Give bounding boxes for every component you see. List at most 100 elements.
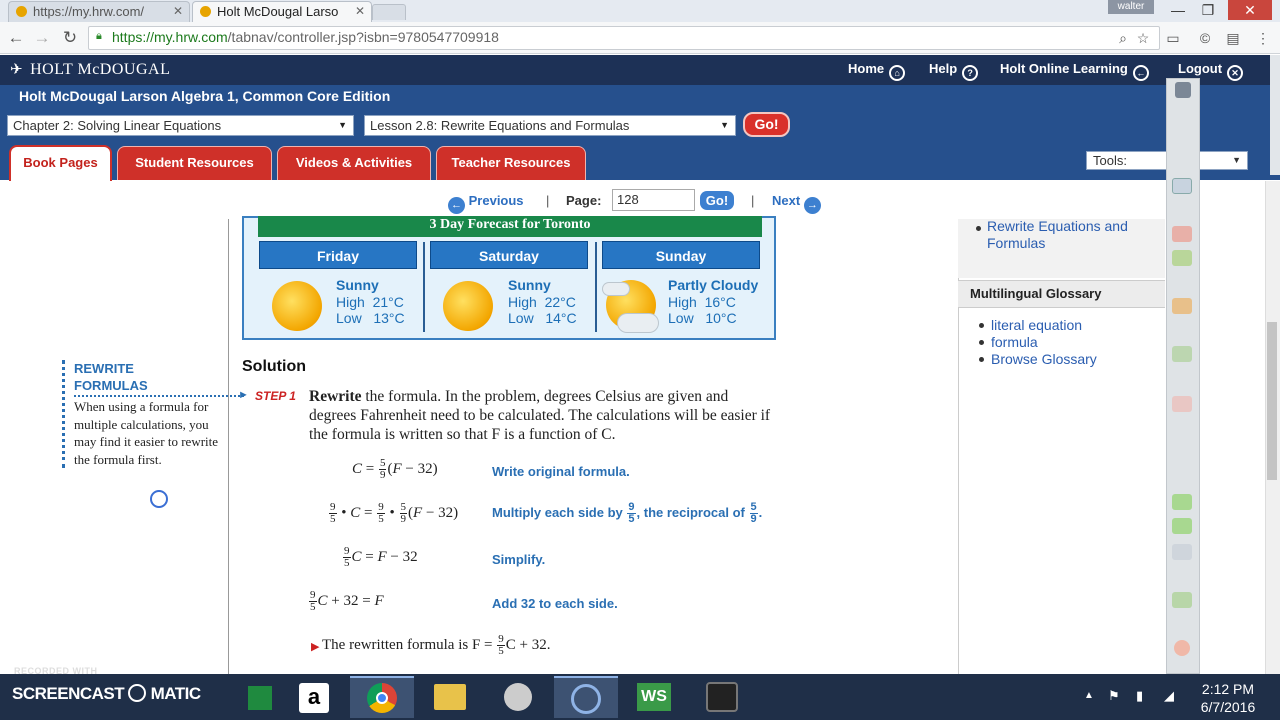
extension-2-icon[interactable]: ▤ (1224, 29, 1242, 47)
url-path: /tabnav/controller.jsp?isbn=978054770991… (227, 29, 499, 45)
tray-expand-icon[interactable]: ▲ (1084, 690, 1094, 701)
grid-icon[interactable] (1172, 544, 1192, 560)
chapter-select[interactable]: Chapter 2: Solving Linear Equations ▼ (7, 115, 354, 136)
taskbar-amazon-icon[interactable]: a (282, 676, 346, 718)
equation-2: 95 • C = 95 • 5 9 (F − 32) (329, 501, 459, 525)
close-toolbar-icon[interactable] (1174, 640, 1190, 656)
back-circle-icon: ← (1132, 65, 1149, 81)
taskbar-explorer-icon[interactable] (418, 676, 482, 718)
taskbar-wordsheet-icon[interactable]: WS (622, 676, 686, 718)
step-label: STEP 1 (255, 389, 296, 403)
logout-x-icon: ✕ (1227, 65, 1244, 81)
recorded-with-label: RECORDED WITH (14, 666, 98, 676)
step-paragraph: Rewrite the formula. In the problem, deg… (309, 387, 779, 444)
glossary-link-formula[interactable]: formula (991, 334, 1038, 351)
tab-videos-activities[interactable]: Videos & Activities (277, 146, 431, 180)
tray-battery-icon[interactable]: ▮ (1136, 688, 1143, 704)
clock-date: 6/7/2016 (1200, 699, 1256, 715)
equation-3: 95C = F − 32 (343, 545, 418, 569)
forecast-condition: Sunny (508, 277, 551, 293)
dropdown-arrow-icon: ▼ (1232, 155, 1241, 165)
record-circle-icon (128, 684, 147, 702)
pager-separator: | (546, 193, 550, 208)
previous-link[interactable]: ← Previous (448, 193, 524, 214)
holt-logo[interactable]: ✈︎ HOLT McDOUGAL (10, 60, 170, 79)
eraser-tool-icon[interactable] (1172, 226, 1192, 242)
sun-icon (443, 281, 493, 331)
chrome-menu-icon[interactable]: ⋮ (1254, 29, 1272, 47)
forecast-title: 3 Day Forecast for Toronto (258, 216, 762, 237)
close-tab-icon[interactable]: ✕ (173, 2, 183, 21)
home-icon: ⌂ (889, 65, 906, 81)
scrollbar-thumb[interactable] (1267, 322, 1277, 480)
page-go-button[interactable]: Go! (700, 191, 734, 210)
taskbar-camera-icon[interactable] (690, 676, 754, 718)
tab-book-pages[interactable]: Book Pages (9, 145, 112, 181)
tray-wifi-icon[interactable]: ◢ (1164, 688, 1174, 704)
equation-4: 95C + 32 = F (309, 589, 384, 613)
close-tab-icon[interactable]: ✕ (355, 2, 365, 21)
text-tool-icon[interactable] (1172, 346, 1192, 362)
margin-note-title: REWRITE FORMULAS (74, 360, 148, 394)
brand-text: SCREENCAST (12, 684, 125, 703)
online-learning-link[interactable]: Holt Online Learning ← (1000, 61, 1149, 81)
forward-arrow-icon[interactable]: → (32, 28, 52, 48)
bullet-icon (979, 340, 984, 345)
undo-icon[interactable] (1172, 494, 1192, 510)
highlighter-tool-icon[interactable] (1172, 250, 1192, 266)
online-label: Holt Online Learning (1000, 61, 1128, 76)
note-title-line: REWRITE (74, 361, 134, 376)
select-tool-icon[interactable] (1172, 178, 1192, 194)
forecast-high: High 16°C (668, 294, 736, 310)
go-button[interactable]: Go! (743, 112, 790, 137)
zoom-icon[interactable]: ⌕ (1114, 29, 1132, 47)
glossary-link-browse[interactable]: Browse Glossary (991, 351, 1097, 368)
browser-tab-2-active[interactable]: Holt McDougal Larso ✕ (192, 1, 372, 22)
taskbar-screencast-icon[interactable] (554, 676, 618, 718)
window-close-icon[interactable]: ✕ (1228, 0, 1272, 20)
lesson-select[interactable]: Lesson 2.8: Rewrite Equations and Formul… (364, 115, 736, 136)
browser-tab-1[interactable]: https://my.hrw.com/ ✕ (8, 1, 190, 22)
tab-student-resources[interactable]: Student Resources (117, 146, 272, 180)
tab-teacher-resources[interactable]: Teacher Resources (436, 146, 586, 180)
result-sentence: The rewritten formula is F = 95C + 32. (322, 633, 551, 657)
glossary-link-literal-equation[interactable]: literal equation (991, 317, 1082, 334)
solution-heading: Solution (242, 358, 306, 375)
cast-icon[interactable]: ▭ (1164, 29, 1182, 47)
next-link[interactable]: Next → (772, 193, 821, 214)
book-title: Holt McDougal Larson Algebra 1, Common C… (19, 88, 391, 104)
next-arrow-icon: → (803, 197, 821, 214)
home-link[interactable]: Home ⌂ (848, 61, 906, 81)
page-number-input[interactable]: 128 (612, 189, 695, 211)
lesson-link-rewrite[interactable]: Rewrite Equations and Formulas (987, 218, 1157, 252)
reason-3: Simplify. (492, 552, 546, 567)
logout-label: Logout (1178, 61, 1223, 76)
taskbar-clock[interactable]: 2:12 PM 6/7/2016 (1188, 680, 1268, 716)
note-pointer-line (74, 395, 244, 397)
profile-user-badge[interactable]: walter (1108, 0, 1154, 14)
taskbar-chrome-icon[interactable] (350, 676, 414, 718)
minimize-icon[interactable]: — (1164, 0, 1192, 20)
bullet-icon (976, 226, 981, 231)
reload-icon[interactable]: ↻ (60, 28, 80, 48)
annotation-toolbar (1166, 78, 1200, 674)
tray-flag-icon[interactable]: ⚑ (1108, 688, 1120, 704)
taskbar-snipping-icon[interactable] (486, 676, 550, 718)
shape-tool-icon[interactable] (1172, 298, 1192, 314)
forecast-low: Low 10°C (668, 310, 737, 326)
bookmark-star-icon[interactable]: ☆ (1134, 29, 1152, 47)
holt-bird-icon: ✈︎ (10, 62, 24, 78)
save-icon[interactable] (1172, 592, 1192, 608)
redo-icon[interactable] (1172, 518, 1192, 534)
pen-tool-icon[interactable] (1175, 82, 1191, 98)
maximize-icon[interactable]: ❐ (1194, 0, 1222, 20)
step-body-text: the formula. In the problem, degrees Cel… (309, 388, 771, 443)
clear-tool-icon[interactable] (1172, 396, 1192, 412)
back-arrow-icon[interactable]: ← (6, 28, 26, 48)
logout-link[interactable]: Logout ✕ (1178, 61, 1244, 81)
note-title-line: FORMULAS (74, 378, 148, 393)
help-link[interactable]: Help? (929, 61, 979, 81)
mouse-cursor-ring (150, 490, 168, 508)
extension-icon[interactable]: © (1196, 29, 1214, 47)
new-tab-button[interactable] (372, 4, 406, 20)
